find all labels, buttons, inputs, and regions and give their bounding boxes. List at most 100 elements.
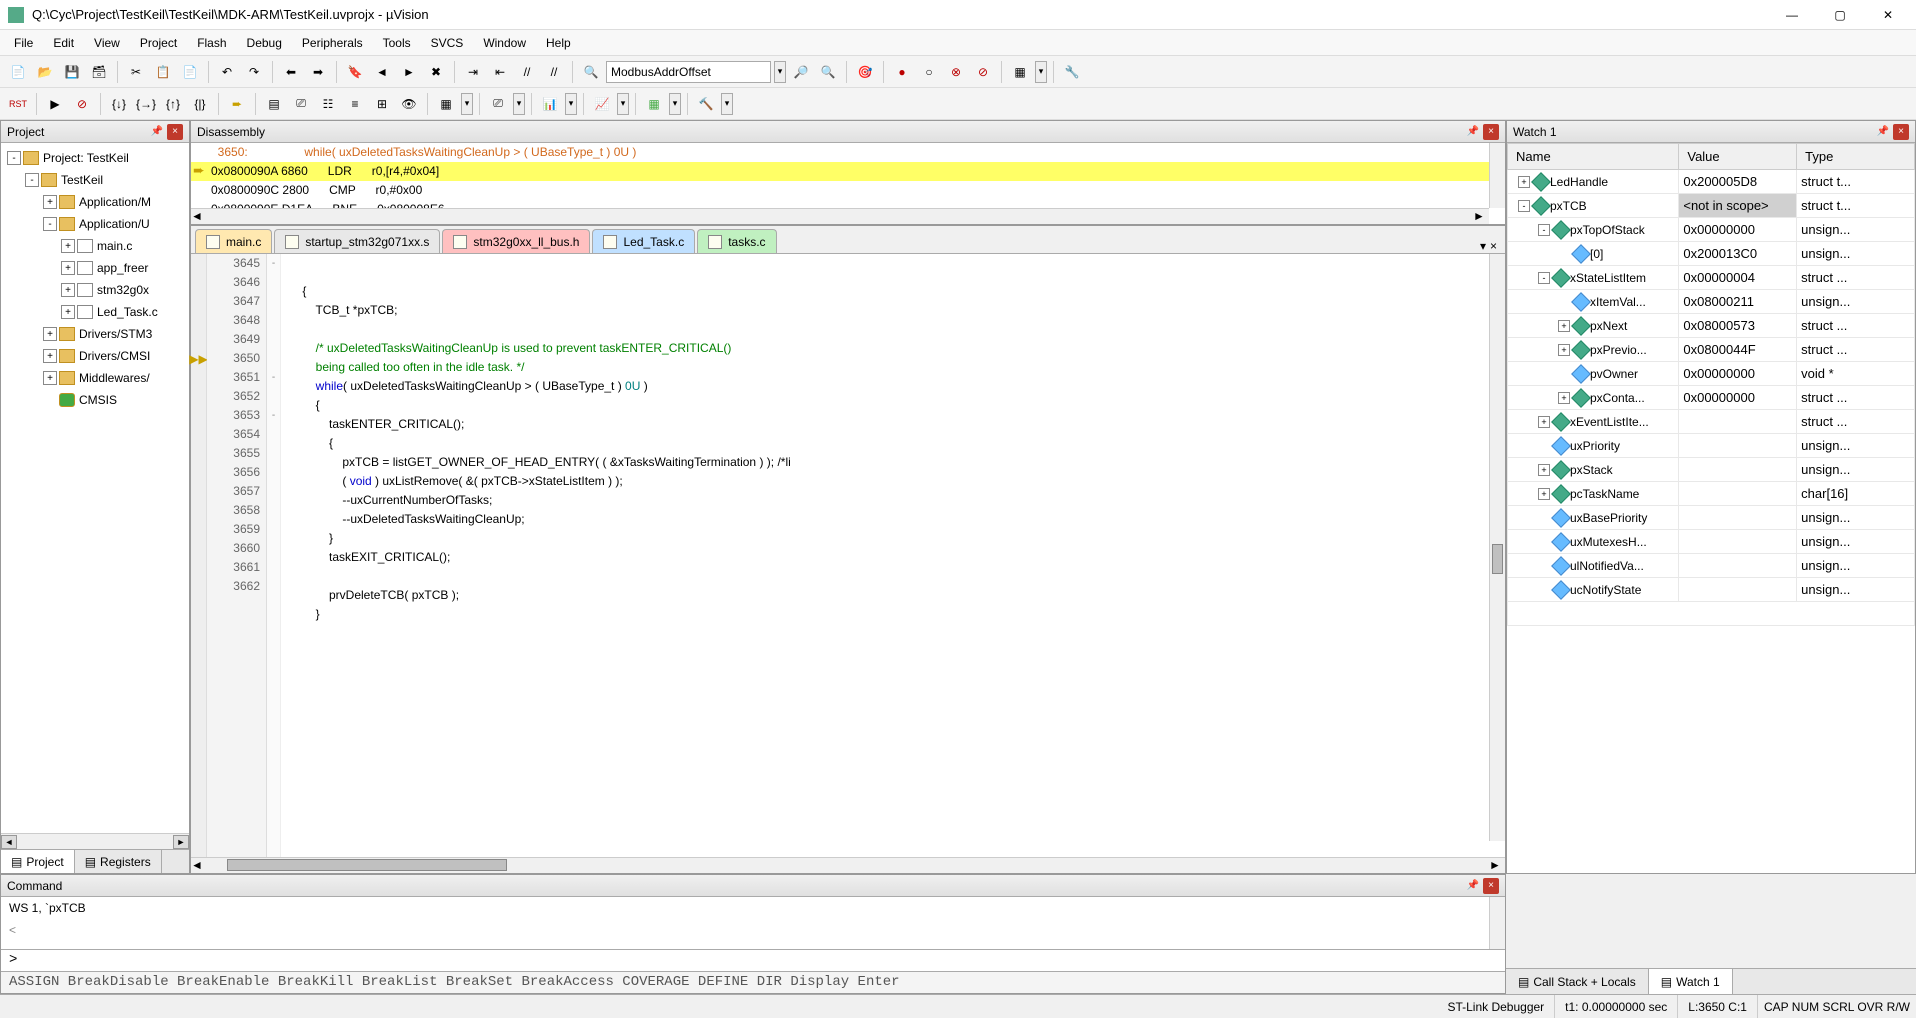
code-line[interactable]: { bbox=[281, 396, 1505, 415]
watch-row[interactable]: + LedHandle0x200005D8struct t... bbox=[1508, 170, 1915, 194]
tree-group[interactable]: +Middlewares/ bbox=[3, 367, 187, 389]
code-line[interactable]: { bbox=[281, 282, 1505, 301]
menu-flash[interactable]: Flash bbox=[187, 32, 236, 54]
uncomment-icon[interactable]: // bbox=[542, 60, 566, 84]
serial-dd[interactable]: ▾ bbox=[513, 93, 525, 115]
copy-icon[interactable]: 📋 bbox=[151, 60, 175, 84]
step-out-icon[interactable]: {↑} bbox=[161, 92, 185, 116]
watch-col-type[interactable]: Type bbox=[1797, 144, 1915, 170]
hscrollbar[interactable]: ◄► bbox=[191, 857, 1505, 873]
menu-tools[interactable]: Tools bbox=[373, 32, 421, 54]
tree-cmsis[interactable]: CMSIS bbox=[3, 389, 187, 411]
trace-window-icon[interactable]: 📈 bbox=[590, 92, 614, 116]
new-file-icon[interactable]: 📄 bbox=[6, 60, 30, 84]
show-next-stmt-icon[interactable]: ➨ bbox=[225, 92, 249, 116]
menu-debug[interactable]: Debug bbox=[237, 32, 292, 54]
watch-enter-expression[interactable] bbox=[1508, 602, 1915, 626]
close-icon[interactable]: × bbox=[1893, 124, 1909, 140]
code-line[interactable]: } bbox=[281, 605, 1505, 624]
save-icon[interactable]: 💾 bbox=[60, 60, 84, 84]
window-layout-dd[interactable]: ▾ bbox=[1035, 61, 1047, 83]
code-line[interactable]: --uxDeletedTasksWaitingCleanUp; bbox=[281, 510, 1505, 529]
breakpoint-kill-icon[interactable]: ⊗ bbox=[944, 60, 968, 84]
watch-row[interactable]: pvOwner0x00000000void * bbox=[1508, 362, 1915, 386]
code-line[interactable]: being called too often in the idle task.… bbox=[281, 358, 1505, 377]
command-input[interactable]: > bbox=[1, 949, 1505, 971]
window-layout-icon[interactable]: ▦ bbox=[1008, 60, 1032, 84]
serial-window-icon[interactable]: ⎚ bbox=[486, 92, 510, 116]
breakpoint-disable-icon[interactable]: ○ bbox=[917, 60, 941, 84]
tree-group[interactable]: -Application/U bbox=[3, 213, 187, 235]
pin-icon[interactable]: 📌 bbox=[149, 124, 165, 140]
undo-icon[interactable]: ↶ bbox=[215, 60, 239, 84]
configure-icon[interactable]: 🔧 bbox=[1060, 60, 1084, 84]
watch-row[interactable]: [0]0x200013C0unsign... bbox=[1508, 242, 1915, 266]
bookmark-clear-icon[interactable]: ✖ bbox=[424, 60, 448, 84]
run-to-cursor-icon[interactable]: {|} bbox=[188, 92, 212, 116]
callstack-window-icon[interactable]: ⊞ bbox=[370, 92, 394, 116]
comment-icon[interactable]: // bbox=[515, 60, 539, 84]
cut-icon[interactable]: ✂ bbox=[124, 60, 148, 84]
code-line[interactable]: ( void ) uxListRemove( &( pxTCB->xStateL… bbox=[281, 472, 1505, 491]
find-combo[interactable] bbox=[606, 61, 771, 83]
watch-row[interactable]: + pxStackunsign... bbox=[1508, 458, 1915, 482]
code-line[interactable]: TCB_t *pxTCB; bbox=[281, 301, 1505, 320]
editor-tab[interactable]: Led_Task.c bbox=[592, 229, 695, 253]
watch-tab[interactable]: ▤Call Stack + Locals bbox=[1506, 969, 1649, 994]
disasm-line[interactable]: 0x0800090C 2800 CMP r0,#0x00 bbox=[191, 181, 1505, 200]
tree-file[interactable]: +app_freer bbox=[3, 257, 187, 279]
menu-project[interactable]: Project bbox=[130, 32, 187, 54]
watch-window-icon[interactable]: 👁 bbox=[397, 92, 421, 116]
watch-row[interactable]: xItemVal...0x08000211unsign... bbox=[1508, 290, 1915, 314]
registers-window-icon[interactable]: ≡ bbox=[343, 92, 367, 116]
breakpoint-killall-icon[interactable]: ⊘ bbox=[971, 60, 995, 84]
maximize-button[interactable]: ▢ bbox=[1820, 3, 1860, 27]
code-line[interactable]: /* uxDeletedTasksWaitingCleanUp is used … bbox=[281, 339, 1505, 358]
watch-col-name[interactable]: Name bbox=[1508, 144, 1679, 170]
find-icon[interactable]: 🔍 bbox=[579, 60, 603, 84]
project-tab-registers[interactable]: ▤Registers bbox=[75, 850, 162, 873]
code-line[interactable]: pxTCB = listGET_OWNER_OF_HEAD_ENTRY( ( &… bbox=[281, 453, 1505, 472]
tree-file[interactable]: +stm32g0x bbox=[3, 279, 187, 301]
system-viewer-dd[interactable]: ▾ bbox=[669, 93, 681, 115]
find-in-files-icon[interactable]: 🔎 bbox=[789, 60, 813, 84]
hscrollbar[interactable]: ◄► bbox=[191, 208, 1489, 224]
watch-row[interactable]: uxBasePriorityunsign... bbox=[1508, 506, 1915, 530]
step-in-icon[interactable]: {↓} bbox=[107, 92, 131, 116]
menu-svcs[interactable]: SVCS bbox=[421, 32, 474, 54]
breakpoint-insert-icon[interactable]: ● bbox=[890, 60, 914, 84]
code-line[interactable] bbox=[281, 567, 1505, 586]
menu-help[interactable]: Help bbox=[536, 32, 581, 54]
vscrollbar[interactable] bbox=[1489, 143, 1505, 208]
menu-edit[interactable]: Edit bbox=[43, 32, 84, 54]
pin-icon[interactable]: 📌 bbox=[1465, 878, 1481, 894]
code-line[interactable]: taskEXIT_CRITICAL(); bbox=[281, 548, 1505, 567]
code-line[interactable]: } bbox=[281, 529, 1505, 548]
tree-target[interactable]: -TestKeil bbox=[3, 169, 187, 191]
code-line[interactable]: { bbox=[281, 434, 1505, 453]
indent-icon[interactable]: ⇥ bbox=[461, 60, 485, 84]
toolbox-icon[interactable]: 🔨 bbox=[694, 92, 718, 116]
watch-row[interactable]: + pxConta...0x00000000struct ... bbox=[1508, 386, 1915, 410]
paste-icon[interactable]: 📄 bbox=[178, 60, 202, 84]
disasm-line[interactable]: 3650: while( uxDeletedTasksWaitingCleanU… bbox=[191, 143, 1505, 162]
project-tree[interactable]: -Project: TestKeil-TestKeil+Application/… bbox=[1, 143, 189, 833]
watch-row[interactable]: - pxTopOfStack0x00000000unsign... bbox=[1508, 218, 1915, 242]
watch-row[interactable]: + pxNext0x08000573struct ... bbox=[1508, 314, 1915, 338]
disassembly-body[interactable]: 3650: while( uxDeletedTasksWaitingCleanU… bbox=[191, 143, 1505, 224]
watch-row[interactable]: ulNotifiedVa...unsign... bbox=[1508, 554, 1915, 578]
watch-row[interactable]: uxMutexesH...unsign... bbox=[1508, 530, 1915, 554]
reset-icon[interactable]: RST bbox=[6, 92, 30, 116]
watch-tab[interactable]: ▤Watch 1 bbox=[1649, 969, 1733, 994]
symbols-window-icon[interactable]: ☷ bbox=[316, 92, 340, 116]
trace-dd[interactable]: ▾ bbox=[617, 93, 629, 115]
code-line[interactable]: taskENTER_CRITICAL(); bbox=[281, 415, 1505, 434]
watch-row[interactable]: + pcTaskNamechar[16] bbox=[1508, 482, 1915, 506]
tree-group[interactable]: +Drivers/STM3 bbox=[3, 323, 187, 345]
redo-icon[interactable]: ↷ bbox=[242, 60, 266, 84]
menu-window[interactable]: Window bbox=[473, 32, 536, 54]
editor-tab[interactable]: startup_stm32g071xx.s bbox=[274, 229, 440, 253]
toolbox-dd[interactable]: ▾ bbox=[721, 93, 733, 115]
watch-row[interactable]: uxPriorityunsign... bbox=[1508, 434, 1915, 458]
editor-tab[interactable]: tasks.c bbox=[697, 229, 776, 253]
